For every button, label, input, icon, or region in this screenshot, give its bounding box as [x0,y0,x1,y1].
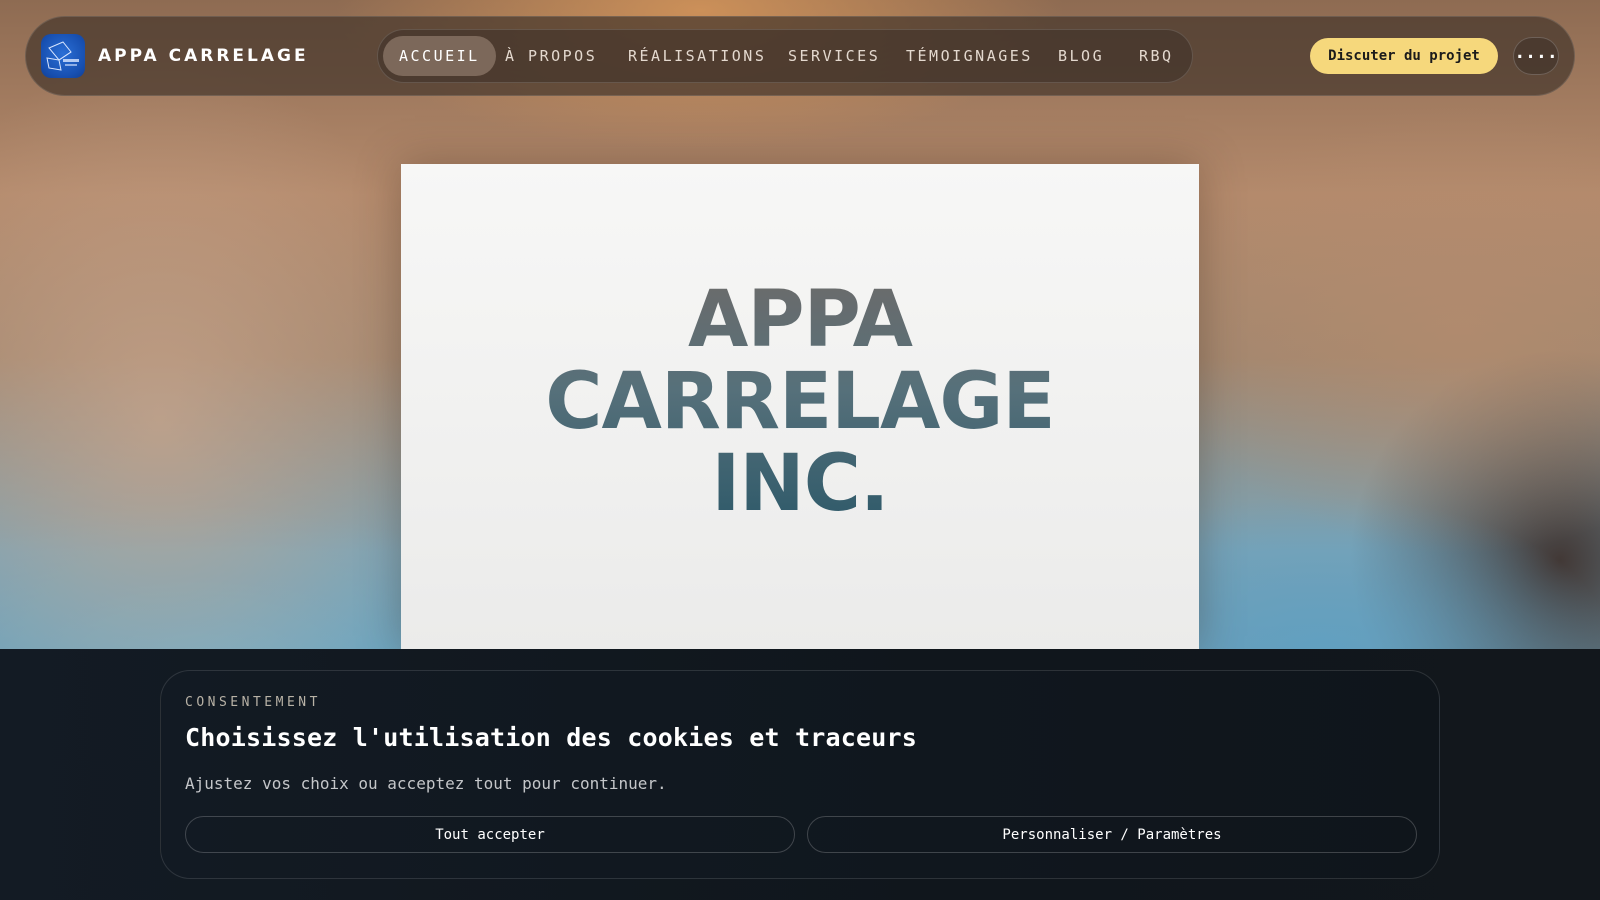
nav-item-realisations[interactable]: RÉALISATIONS [628,36,766,76]
hero-logo-line-2: CARRELAGE [545,357,1055,447]
brand-name: APPA CARRELAGE [98,46,309,66]
cookie-consent-card: CONSENTEMENT Choisissez l'utilisation de… [160,670,1440,879]
page: APPA CARRELAGE INC. APPA CARRELAGE ACCUE… [0,0,1600,900]
main-nav-menu: ACCUEIL À PROPOS RÉALISATIONS SERVICES T… [377,29,1193,83]
consent-kicker: CONSENTEMENT [185,695,321,710]
hero-logo-line-1: APPA [688,275,912,365]
cookie-consent-section: CONSENTEMENT Choisissez l'utilisation de… [0,649,1600,900]
customize-settings-button[interactable]: Personnaliser / Paramètres [807,816,1417,853]
nav-item-accueil[interactable]: ACCUEIL [383,36,496,76]
more-menu-button[interactable]: .... [1513,37,1559,75]
brand-home-link[interactable]: APPA CARRELAGE [41,34,309,78]
hero-section: APPA CARRELAGE INC. [0,0,1600,649]
nav-item-a-propos[interactable]: À PROPOS [505,36,597,76]
nav-item-services[interactable]: SERVICES [788,36,880,76]
nav-item-blog[interactable]: BLOG [1058,36,1104,76]
discuss-project-button[interactable]: Discuter du projet [1310,38,1498,74]
brand-logo-icon [41,34,85,78]
hero-logo-card: APPA CARRELAGE INC. [401,164,1199,649]
nav-item-temoignages[interactable]: TÉMOIGNAGES [906,36,1033,76]
consent-title: Choisissez l'utilisation des cookies et … [185,723,918,752]
more-dots-icon: .... [1514,42,1558,63]
hero-logo-text: APPA CARRELAGE INC. [545,279,1054,525]
hero-logo-line-3: INC. [711,439,889,529]
consent-description: Ajustez vos choix ou acceptez tout pour … [185,774,667,793]
top-navbar: APPA CARRELAGE ACCUEIL À PROPOS RÉALISAT… [25,16,1575,96]
accept-all-button[interactable]: Tout accepter [185,816,795,853]
nav-item-rbq[interactable]: RBQ [1139,36,1174,76]
